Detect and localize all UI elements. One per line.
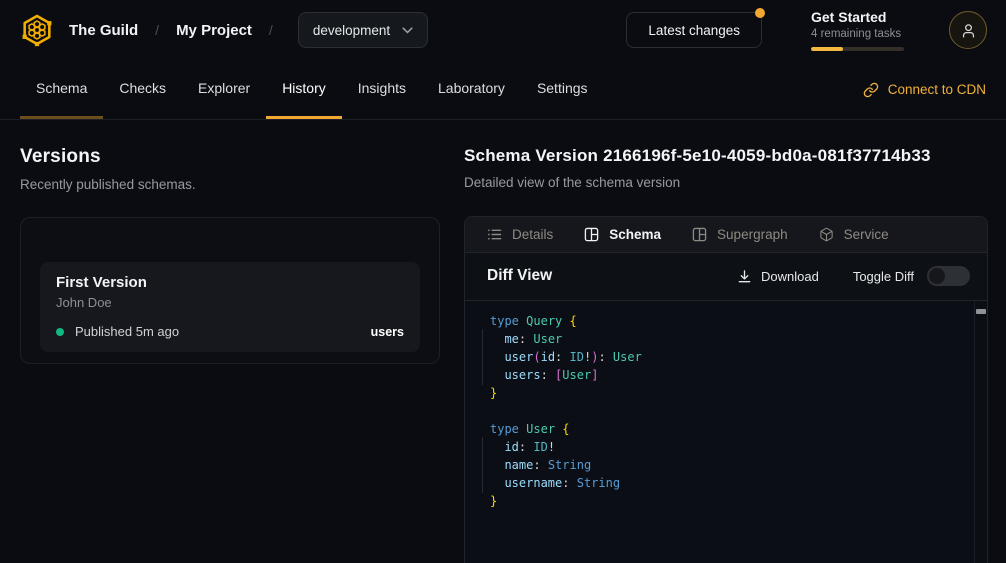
get-started-subtitle: 4 remaining tasks bbox=[811, 27, 904, 41]
indent-guide bbox=[482, 347, 483, 367]
published-status-dot bbox=[56, 328, 64, 336]
code-line: type Query { bbox=[490, 312, 973, 330]
versions-title: Versions bbox=[20, 146, 440, 168]
version-author: John Doe bbox=[50, 295, 404, 310]
indent-guide bbox=[482, 437, 483, 457]
breadcrumb-org[interactable]: The Guild bbox=[69, 22, 138, 39]
detail-tabbar: Details Schema Supergraph Service bbox=[465, 217, 987, 253]
user-icon bbox=[960, 22, 977, 39]
nav-tab-settings[interactable]: Settings bbox=[521, 60, 604, 119]
indent-guide bbox=[482, 329, 483, 349]
columns-icon bbox=[584, 227, 599, 242]
download-label: Download bbox=[761, 269, 819, 284]
code-line: user(id: ID!): User bbox=[490, 348, 973, 366]
connect-to-cdn-link[interactable]: Connect to CDN bbox=[863, 60, 986, 119]
breadcrumb: The Guild / My Project / bbox=[69, 22, 273, 39]
connect-to-cdn-label: Connect to CDN bbox=[888, 82, 986, 97]
detail-tab-label: Supergraph bbox=[717, 227, 788, 242]
detail-tab-label: Schema bbox=[609, 227, 661, 242]
main-content: Versions Recently published schemas. Fir… bbox=[0, 120, 1006, 563]
schema-version-card: Details Schema Supergraph Service Diff View… bbox=[464, 216, 988, 563]
code-line bbox=[490, 402, 973, 420]
versions-panel: Versions Recently published schemas. Fir… bbox=[0, 120, 464, 563]
code-line: name: String bbox=[490, 456, 973, 474]
avatar[interactable] bbox=[949, 11, 987, 49]
detail-tab-details[interactable]: Details bbox=[487, 227, 553, 242]
diff-actions: Download Toggle Diff bbox=[737, 266, 970, 286]
code-scrollbar[interactable] bbox=[974, 301, 987, 563]
detail-tab-label: Details bbox=[512, 227, 553, 242]
nav-tab-checks[interactable]: Checks bbox=[103, 60, 182, 119]
code-line: type User { bbox=[490, 420, 973, 438]
main-nav: SchemaChecksExplorerHistoryInsightsLabor… bbox=[0, 60, 1006, 120]
code-line: users: [User] bbox=[490, 366, 973, 384]
download-button[interactable]: Download bbox=[737, 269, 819, 284]
indent-guide bbox=[482, 473, 483, 493]
nav-tab-laboratory[interactable]: Laboratory bbox=[422, 60, 521, 119]
code-line: } bbox=[490, 384, 973, 402]
versions-subtitle: Recently published schemas. bbox=[20, 177, 440, 192]
environment-selector-value: development bbox=[313, 23, 390, 38]
detail-tab-label: Service bbox=[844, 227, 889, 242]
code-line: id: ID! bbox=[490, 438, 973, 456]
notification-dot bbox=[755, 8, 765, 18]
cube-icon bbox=[819, 227, 834, 242]
schema-code-viewer[interactable]: type Query { me: User user(id: ID!): Use… bbox=[465, 300, 987, 563]
schema-version-title: Schema Version 2166196f-5e10-4059-bd0a-0… bbox=[464, 146, 988, 166]
nav-tab-explorer[interactable]: Explorer bbox=[182, 60, 266, 119]
top-header: The Guild / My Project / development Lat… bbox=[0, 0, 1006, 60]
version-status-row: Published 5m ago users bbox=[50, 324, 404, 339]
version-list-item[interactable]: First Version John Doe Published 5m ago … bbox=[40, 262, 420, 352]
get-started-progress-fill bbox=[811, 47, 843, 51]
get-started-widget[interactable]: Get Started 4 remaining tasks bbox=[811, 9, 904, 51]
toggle-knob bbox=[929, 268, 945, 284]
detail-tab-service[interactable]: Service bbox=[819, 227, 889, 242]
environment-selector[interactable]: development bbox=[298, 12, 428, 48]
download-icon bbox=[737, 269, 752, 284]
version-service-badge: users bbox=[371, 325, 404, 339]
diff-view-header: Diff View Download Toggle Diff bbox=[465, 253, 987, 299]
latest-changes-button[interactable]: Latest changes bbox=[626, 12, 762, 48]
breadcrumb-project[interactable]: My Project bbox=[176, 22, 252, 39]
code-line: me: User bbox=[490, 330, 973, 348]
code-line: username: String bbox=[490, 474, 973, 492]
version-status: Published 5m ago bbox=[75, 324, 179, 339]
versions-list-card: First Version John Doe Published 5m ago … bbox=[20, 217, 440, 364]
toggle-diff-switch[interactable] bbox=[927, 266, 970, 286]
hive-logo-icon[interactable] bbox=[20, 13, 54, 47]
nav-tabs: SchemaChecksExplorerHistoryInsightsLabor… bbox=[20, 60, 604, 119]
breadcrumb-separator: / bbox=[155, 22, 159, 38]
code-lines: type Query { me: User user(id: ID!): Use… bbox=[490, 312, 973, 510]
chevron-down-icon bbox=[402, 27, 413, 34]
latest-changes-label: Latest changes bbox=[648, 23, 740, 38]
nav-tab-insights[interactable]: Insights bbox=[342, 60, 422, 119]
nav-tab-schema[interactable]: Schema bbox=[20, 60, 103, 119]
version-name: First Version bbox=[50, 274, 404, 291]
header-right-group: Latest changes Get Started 4 remaining t… bbox=[626, 9, 987, 51]
code-line: } bbox=[490, 492, 973, 510]
diff-view-title: Diff View bbox=[487, 267, 552, 285]
link-icon bbox=[863, 82, 879, 98]
indent-guide bbox=[482, 365, 483, 385]
scrollbar-thumb[interactable] bbox=[976, 309, 986, 314]
nav-tab-history[interactable]: History bbox=[266, 60, 342, 119]
get-started-title: Get Started bbox=[811, 9, 904, 26]
columns-icon bbox=[692, 227, 707, 242]
schema-version-panel: Schema Version 2166196f-5e10-4059-bd0a-0… bbox=[464, 120, 1006, 563]
detail-tab-schema[interactable]: Schema bbox=[584, 227, 661, 242]
breadcrumb-separator: / bbox=[269, 22, 273, 38]
get-started-progress-track bbox=[811, 47, 904, 51]
detail-tab-supergraph[interactable]: Supergraph bbox=[692, 227, 788, 242]
schema-version-subtitle: Detailed view of the schema version bbox=[464, 175, 988, 190]
list-icon bbox=[487, 227, 502, 242]
indent-guide bbox=[482, 455, 483, 475]
toggle-diff-label: Toggle Diff bbox=[853, 269, 914, 284]
